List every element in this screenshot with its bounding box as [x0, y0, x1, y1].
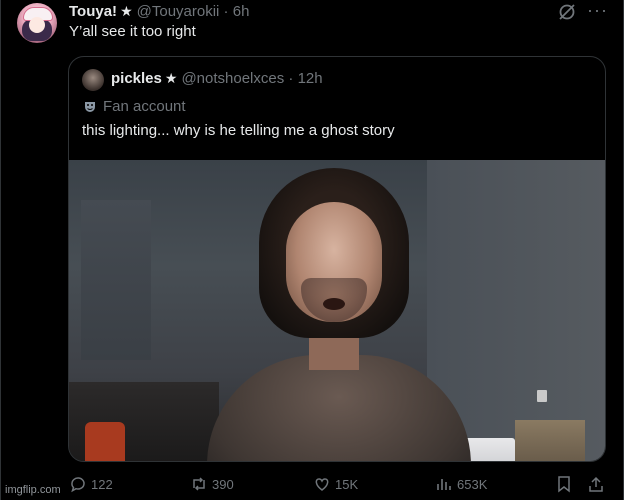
display-name[interactable]: Touya! [69, 3, 117, 20]
bookmark-button[interactable] [555, 475, 577, 493]
tweet-time[interactable]: 6h [233, 3, 250, 20]
media-box [515, 420, 585, 461]
grok-icon[interactable] [557, 2, 577, 22]
share-icon [589, 476, 603, 492]
tweet-header: Touya! ★ @Touyarokii · 6h [69, 1, 249, 21]
person-mouth [323, 298, 345, 310]
separator-dot: · [284, 70, 298, 87]
quoted-avatar [82, 69, 104, 91]
quoted-tweet[interactable]: pickles ★ @notshoelxces · 12h Fan accoun… [68, 56, 606, 462]
repost-icon [193, 477, 205, 491]
quoted-display-name: pickles [111, 70, 162, 87]
tweet-frame: Touya! ★ @Touyarokii · 6h ··· Y’all see … [0, 0, 624, 500]
account-label: Fan account [83, 98, 186, 115]
like-button[interactable]: 15K [313, 475, 358, 493]
quoted-handle: @notshoelxces [181, 70, 285, 87]
media-door [81, 200, 151, 360]
action-bar: 122 390 15K 653K [1, 472, 624, 500]
media-object [85, 422, 125, 461]
views-icon [437, 479, 451, 490]
media-outlet [537, 390, 547, 402]
like-icon [315, 478, 329, 491]
tweet-text: Y’all see it too right [69, 23, 196, 40]
reply-count: 122 [91, 476, 113, 492]
reply-button[interactable]: 122 [69, 475, 113, 493]
account-label-text: Fan account [103, 98, 186, 115]
share-button[interactable] [587, 475, 609, 493]
avatar-face [29, 17, 45, 33]
views-count: 653K [457, 476, 488, 492]
quoted-text: this lighting... why is he telling me a … [82, 122, 395, 139]
theater-mask-icon [85, 101, 95, 112]
separator-dot: · [219, 2, 233, 20]
repost-button[interactable]: 390 [190, 475, 234, 493]
star-icon: ★ [120, 2, 133, 19]
like-count: 15K [335, 476, 359, 492]
reply-icon [71, 477, 85, 493]
quoted-time: 12h [297, 70, 323, 87]
repost-count: 390 [212, 476, 234, 492]
star-icon: ★ [164, 70, 178, 86]
watermark: imgflip.com [5, 484, 61, 496]
quoted-video[interactable] [69, 160, 605, 461]
views-button[interactable]: 653K [435, 475, 487, 493]
user-handle[interactable]: @Touyarokii [137, 3, 220, 20]
quoted-header: pickles ★ @notshoelxces · 12h [111, 70, 323, 87]
more-icon[interactable]: ··· [587, 0, 608, 21]
bookmark-icon [558, 476, 570, 493]
user-avatar[interactable] [17, 3, 57, 43]
